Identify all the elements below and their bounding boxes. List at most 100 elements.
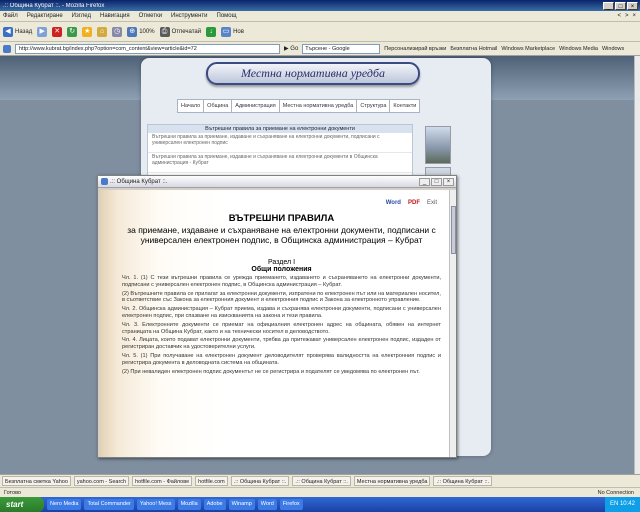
link-hotmail[interactable]: Безплатна Hotmail bbox=[450, 46, 497, 52]
minimize-button[interactable]: _ bbox=[603, 1, 614, 10]
tab-left-icon[interactable]: < bbox=[617, 13, 621, 19]
popup-maximize-button[interactable]: □ bbox=[431, 177, 442, 186]
content-link[interactable]: Вътрешни правила за приемане, издаване и… bbox=[148, 133, 412, 153]
document-title: ВЪТРЕШНИ ПРАВИЛА bbox=[228, 213, 335, 224]
new-window-button[interactable]: ▭ Нов bbox=[221, 26, 244, 37]
link-windows[interactable]: Windows bbox=[602, 46, 624, 52]
menu-help[interactable]: Помощ bbox=[217, 13, 237, 19]
menu-tools[interactable]: Инструменти bbox=[171, 13, 207, 19]
page-tab[interactable]: Безплатна сметка Yahoo bbox=[2, 476, 71, 486]
document-actions: Word PDF Exit bbox=[384, 197, 439, 209]
menu-edit[interactable]: Редактиране bbox=[27, 13, 63, 19]
menu-view[interactable]: Изглед bbox=[72, 13, 91, 19]
page-tab[interactable]: .:: Община Кубрат ::. bbox=[230, 476, 290, 486]
system-tray-clock: EN 10:42 bbox=[604, 497, 640, 512]
menu-file[interactable]: Файл bbox=[3, 13, 18, 19]
tab-close-icon[interactable]: × bbox=[632, 13, 636, 19]
page-tabs: Безплатна сметка Yahoo yahoo.com - Searc… bbox=[0, 474, 640, 487]
page-tab[interactable]: .:: Община Кубрат ::. bbox=[292, 476, 351, 486]
section-number: Раздел I bbox=[267, 259, 296, 266]
document-body: Word PDF Exit ВЪТРЕШНИ ПРАВИЛА за приема… bbox=[100, 190, 449, 457]
nav-item-municipality[interactable]: Община bbox=[204, 100, 233, 112]
taskbar-item[interactable]: Mozilla bbox=[177, 499, 201, 510]
document-paragraph: (2) При невалиден електронен подпис доку… bbox=[122, 368, 420, 375]
taskbar-item[interactable]: Nero Media bbox=[47, 499, 82, 510]
connection-status: No Connection bbox=[597, 489, 634, 496]
popup-titlebar: .:: Община Кубрат ::. _ □ × bbox=[98, 176, 456, 188]
go-button[interactable]: ▶ Go bbox=[284, 45, 298, 52]
menu-navigation[interactable]: Навигация bbox=[100, 13, 130, 19]
page-tab[interactable]: hotfile.com - Файлове bbox=[132, 476, 193, 486]
page-icon bbox=[3, 44, 11, 53]
close-button[interactable]: × bbox=[627, 1, 638, 10]
popup-minimize-button[interactable]: _ bbox=[419, 177, 430, 186]
reload-icon[interactable]: ↻ bbox=[67, 26, 78, 37]
navigation-toolbar: ◀ Назад ▶ ✕ ↻ ★ ⌂ ◷ ⊕ 100% ⎙ Отпечатай ↓… bbox=[0, 22, 640, 42]
link-media[interactable]: Windows Media bbox=[559, 46, 598, 52]
search-input[interactable]: Търсене - Google bbox=[302, 43, 381, 54]
section-title: Общи положения bbox=[251, 266, 312, 273]
taskbar-item[interactable]: Word bbox=[257, 499, 277, 510]
menu-bookmarks[interactable]: Отметки bbox=[139, 13, 162, 19]
taskbar-item[interactable]: Firefox bbox=[279, 499, 303, 510]
stop-icon[interactable]: ✕ bbox=[52, 26, 63, 37]
forward-arrow-icon[interactable]: ▶ bbox=[37, 26, 48, 37]
page-tab[interactable]: Местна нормативна уредба bbox=[353, 476, 431, 486]
nav-item-home[interactable]: Начало bbox=[178, 100, 205, 112]
link-marketplace[interactable]: Windows Marketplace bbox=[501, 46, 555, 52]
start-button[interactable]: start bbox=[0, 497, 44, 512]
zoom-icon: ⊕ bbox=[127, 26, 138, 37]
taskbar-item[interactable]: Total Commander bbox=[84, 499, 134, 510]
pdf-icon[interactable]: PDF bbox=[406, 197, 422, 209]
url-input[interactable]: http://www.kubrat.bg/index.php?option=co… bbox=[15, 43, 280, 54]
document-subtitle: за приемане, издаване и съхраняване на е… bbox=[127, 225, 436, 245]
popup-scroll-thumb[interactable] bbox=[451, 206, 456, 254]
nav-item-regulations[interactable]: Местна нормативна уредба bbox=[280, 100, 358, 112]
nav-item-contacts[interactable]: Контакти bbox=[390, 100, 419, 112]
new-label: Нов bbox=[233, 28, 244, 35]
exit-icon[interactable]: Exit bbox=[425, 197, 439, 209]
thumbnail-image[interactable] bbox=[425, 126, 451, 164]
word-icon[interactable]: Word bbox=[384, 197, 403, 209]
print-button[interactable]: ⎙ Отпечатай bbox=[159, 26, 202, 37]
home-icon[interactable]: ⌂ bbox=[97, 26, 108, 37]
status-bar: Готово No Connection bbox=[0, 487, 640, 497]
back-arrow-icon: ◀ bbox=[3, 26, 13, 37]
address-bar: http://www.kubrat.bg/index.php?option=co… bbox=[0, 42, 640, 56]
page-tab[interactable]: .:: Община Кубрат ::. bbox=[433, 476, 493, 486]
popup-window: .:: Община Кубрат ::. _ □ × Word PDF Exi… bbox=[97, 175, 457, 458]
content-link[interactable]: Вътрешни правила за приемане, издаване и… bbox=[148, 153, 412, 173]
page-tab[interactable]: yahoo.com - Search bbox=[73, 476, 130, 486]
taskbar-item[interactable]: Winamp bbox=[228, 499, 255, 510]
popup-scrollbar[interactable] bbox=[449, 190, 456, 457]
windows-taskbar: start Nero Media Total Commander Yahoo! … bbox=[0, 497, 640, 512]
taskbar-item[interactable]: Yahoo! Mess bbox=[136, 499, 175, 510]
popup-title: .:: Община Кубрат ::. bbox=[110, 178, 168, 185]
document-paragraph: Чл. 4. Лицата, които подават електронни … bbox=[122, 337, 441, 351]
print-label: Отпечатай bbox=[171, 28, 202, 35]
content-box-title: Вътрешни правила за приемане на електрон… bbox=[148, 125, 412, 133]
link-personalize[interactable]: Персонализирай връзки bbox=[384, 46, 446, 52]
history-icon[interactable]: ◷ bbox=[112, 26, 123, 37]
popup-close-button[interactable]: × bbox=[443, 177, 454, 186]
download-icon[interactable]: ↓ bbox=[206, 26, 217, 37]
taskbar-item[interactable]: Adobe bbox=[203, 499, 226, 510]
document-paragraph: Чл. 1. (1) С тези вътрешни правила се ур… bbox=[122, 275, 441, 288]
main-nav: Начало Община Администрация Местна норма… bbox=[177, 99, 421, 113]
zoom-control[interactable]: ⊕ 100% bbox=[127, 26, 155, 37]
site-logo[interactable]: Местна нормативна уредба bbox=[206, 62, 420, 85]
document-paragraph: Чл. 5. (1) При получаване на електронен … bbox=[122, 352, 441, 366]
tab-right-icon[interactable]: > bbox=[625, 13, 629, 19]
document-paragraph: Чл. 3. Електронните документи се приемат… bbox=[122, 321, 441, 335]
document-paragraph: Чл. 2. Общинска администрация – Кубрат п… bbox=[122, 306, 441, 319]
nav-item-structure[interactable]: Структура bbox=[357, 100, 391, 112]
zoom-level: 100% bbox=[139, 28, 155, 35]
page-tab[interactable]: hotfile.com bbox=[195, 476, 228, 486]
window-titlebar: .:: Община Кубрат ::. - Mozilla Firefox … bbox=[0, 0, 640, 11]
back-button[interactable]: ◀ Назад bbox=[3, 26, 32, 37]
page-scrollbar[interactable] bbox=[634, 56, 640, 474]
maximize-button[interactable]: □ bbox=[615, 1, 626, 10]
bookmark-star-icon[interactable]: ★ bbox=[82, 26, 93, 37]
printer-icon: ⎙ bbox=[159, 26, 170, 37]
nav-item-administration[interactable]: Администрация bbox=[232, 100, 280, 112]
